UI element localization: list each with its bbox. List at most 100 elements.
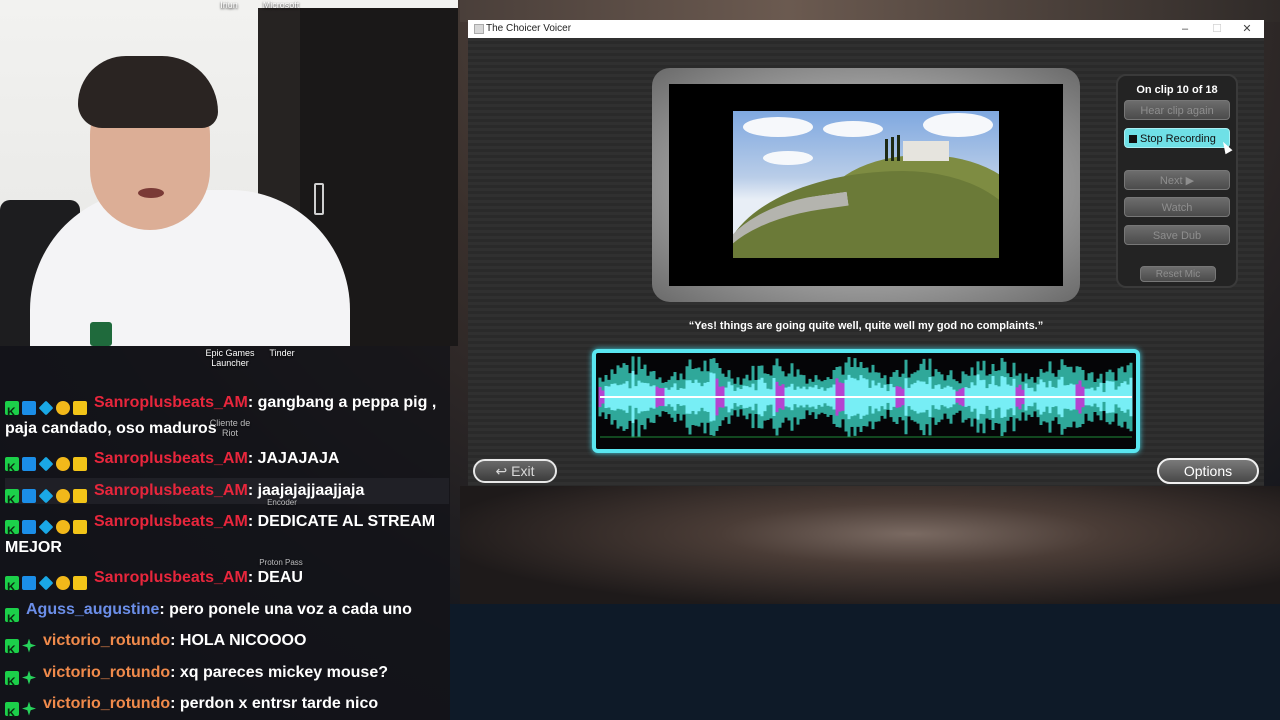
crown-badge-icon bbox=[73, 400, 87, 415]
chat-username[interactable]: Sanroplusbeats_AM bbox=[94, 482, 248, 499]
chat-text: : JAJAJAJA bbox=[247, 450, 340, 467]
chat-text: : DEAU bbox=[247, 569, 303, 586]
stop-icon bbox=[1129, 135, 1137, 143]
gem-badge-icon bbox=[38, 519, 54, 534]
waveform-display bbox=[592, 349, 1140, 453]
close-button[interactable]: ✕ bbox=[1232, 20, 1262, 38]
verify-badge-icon bbox=[22, 400, 36, 415]
desktop-icon-tinder[interactable]: Tinder bbox=[262, 348, 302, 358]
coin-badge-icon bbox=[56, 400, 70, 415]
next-button[interactable]: Next ▶ bbox=[1124, 170, 1230, 190]
gem-badge-icon bbox=[38, 456, 54, 471]
kick-badge-icon bbox=[5, 606, 19, 632]
clip-subtitle: “Yes! things are going quite well, quite… bbox=[688, 320, 1044, 332]
options-button[interactable]: Options bbox=[1157, 458, 1259, 484]
chat-message: Sanroplusbeats_AM: JAJAJAJA bbox=[5, 446, 449, 481]
kick-badge-icon bbox=[5, 637, 19, 663]
reset-mic-button[interactable]: Reset Mic bbox=[1140, 266, 1216, 282]
coin-badge-icon bbox=[56, 456, 70, 471]
chat-username[interactable]: victorio_rotundo bbox=[43, 664, 170, 681]
tree bbox=[885, 139, 888, 161]
chat-message: victorio_rotundo: perdon x entrsr tarde … bbox=[5, 691, 449, 720]
verify-badge-icon bbox=[22, 519, 36, 534]
cloud bbox=[763, 151, 813, 165]
kick-badge-icon bbox=[5, 455, 19, 481]
verify-badge-icon bbox=[22, 488, 36, 503]
chat-message: victorio_rotundo: HOLA NICOOOO bbox=[5, 628, 449, 663]
chat-username[interactable]: Aguss_augustine bbox=[26, 601, 159, 618]
chat-text: : perdon x entrsr tarde nico bbox=[170, 695, 379, 712]
crown-badge-icon bbox=[73, 488, 87, 503]
crown-badge-icon bbox=[73, 575, 87, 590]
chat-username[interactable]: Sanroplusbeats_AM bbox=[94, 569, 248, 586]
hear-clip-again-button[interactable]: Hear clip again bbox=[1124, 100, 1230, 120]
kick-badge-icon bbox=[5, 399, 19, 425]
video-frame bbox=[652, 68, 1080, 302]
gem-badge-icon bbox=[38, 575, 54, 590]
chat-message: Aguss_augustine: pero ponele una voz a c… bbox=[5, 597, 449, 632]
video-screen bbox=[669, 84, 1063, 286]
kick-badge-icon bbox=[5, 669, 19, 695]
coin-badge-icon bbox=[56, 519, 70, 534]
verify-badge-icon bbox=[22, 575, 36, 590]
user-badges bbox=[5, 696, 39, 720]
chat-username[interactable]: Sanroplusbeats_AM bbox=[94, 513, 248, 530]
streamer-mouth bbox=[138, 188, 164, 198]
desktop-icon-encoder[interactable]: Encoder bbox=[262, 498, 302, 508]
chat-username[interactable]: victorio_rotundo bbox=[43, 695, 170, 712]
chat-username[interactable]: victorio_rotundo bbox=[43, 632, 170, 649]
cloud bbox=[923, 113, 993, 137]
crown-badge-icon bbox=[73, 456, 87, 471]
user-badges bbox=[5, 633, 39, 663]
spark-badge-icon bbox=[22, 701, 36, 716]
save-dub-button[interactable]: Save Dub bbox=[1124, 225, 1230, 245]
kick-badge-icon bbox=[5, 574, 19, 600]
shirt-logo bbox=[90, 322, 112, 346]
chat-text: : jaajajajjaajjaja bbox=[247, 482, 365, 499]
user-badges bbox=[5, 451, 90, 481]
desktop-icon-microsoft[interactable]: Microsoft bbox=[258, 0, 304, 10]
desktop-icon-riot[interactable]: Cliente de Riot bbox=[208, 418, 252, 438]
app-icon bbox=[474, 24, 484, 34]
desktop-icon-epic-games[interactable]: Epic Games Launcher bbox=[204, 348, 256, 368]
watch-button[interactable]: Watch bbox=[1124, 197, 1230, 217]
chat-username[interactable]: Sanroplusbeats_AM bbox=[94, 394, 248, 411]
window-title: The Choicer Voicer bbox=[486, 23, 572, 34]
cabinet-handle bbox=[314, 183, 324, 215]
spark-badge-icon bbox=[22, 670, 36, 685]
waveform bbox=[598, 356, 1133, 438]
cloud bbox=[823, 121, 883, 137]
user-badges bbox=[5, 570, 90, 600]
minimize-button[interactable]: – bbox=[1170, 20, 1200, 38]
control-panel: On clip 10 of 18 Hear clip again Stop Re… bbox=[1116, 74, 1238, 288]
verify-badge-icon bbox=[22, 456, 36, 471]
desktop-icon-proton-pass[interactable]: Proton Pass bbox=[256, 558, 306, 568]
desktop-background-top bbox=[460, 0, 1280, 22]
chat-text: : pero ponele una voz a cada uno bbox=[159, 601, 412, 618]
spark-badge-icon bbox=[22, 638, 36, 653]
gem-badge-icon bbox=[38, 400, 54, 415]
stop-recording-label: Stop Recording bbox=[1140, 133, 1216, 145]
gem-badge-icon bbox=[38, 488, 54, 503]
user-badges bbox=[5, 602, 22, 632]
chat-text: : xq pareces mickey mouse? bbox=[170, 664, 388, 681]
maximize-button[interactable]: ☐ bbox=[1202, 20, 1232, 38]
title-bar[interactable]: The Choicer Voicer – ☐ ✕ bbox=[468, 20, 1264, 38]
app-window: The Choicer Voicer – ☐ ✕ On clip 10 of 1… bbox=[468, 20, 1264, 486]
chat-message: victorio_rotundo: xq pareces mickey mous… bbox=[5, 660, 449, 695]
kick-badge-icon bbox=[5, 487, 19, 513]
chat-message: Sanroplusbeats_AM: DEDICATE AL STREAM ME… bbox=[5, 509, 449, 561]
exit-button[interactable]: ↩ Exit bbox=[473, 459, 557, 483]
hilltop-house bbox=[903, 141, 949, 161]
clip-counter: On clip 10 of 18 bbox=[1136, 84, 1218, 96]
video-clip bbox=[733, 111, 999, 258]
coin-badge-icon bbox=[56, 575, 70, 590]
user-badges bbox=[5, 483, 90, 513]
stop-recording-button[interactable]: Stop Recording bbox=[1124, 128, 1230, 148]
desktop-icon-iriun[interactable]: Iriun bbox=[212, 0, 246, 10]
chat-username[interactable]: Sanroplusbeats_AM bbox=[94, 450, 248, 467]
coin-badge-icon bbox=[56, 488, 70, 503]
cloud bbox=[743, 117, 813, 137]
overlay-band bbox=[450, 604, 1280, 720]
chat-message: Sanroplusbeats_AM: jaajajajjaajjaja bbox=[5, 478, 449, 513]
